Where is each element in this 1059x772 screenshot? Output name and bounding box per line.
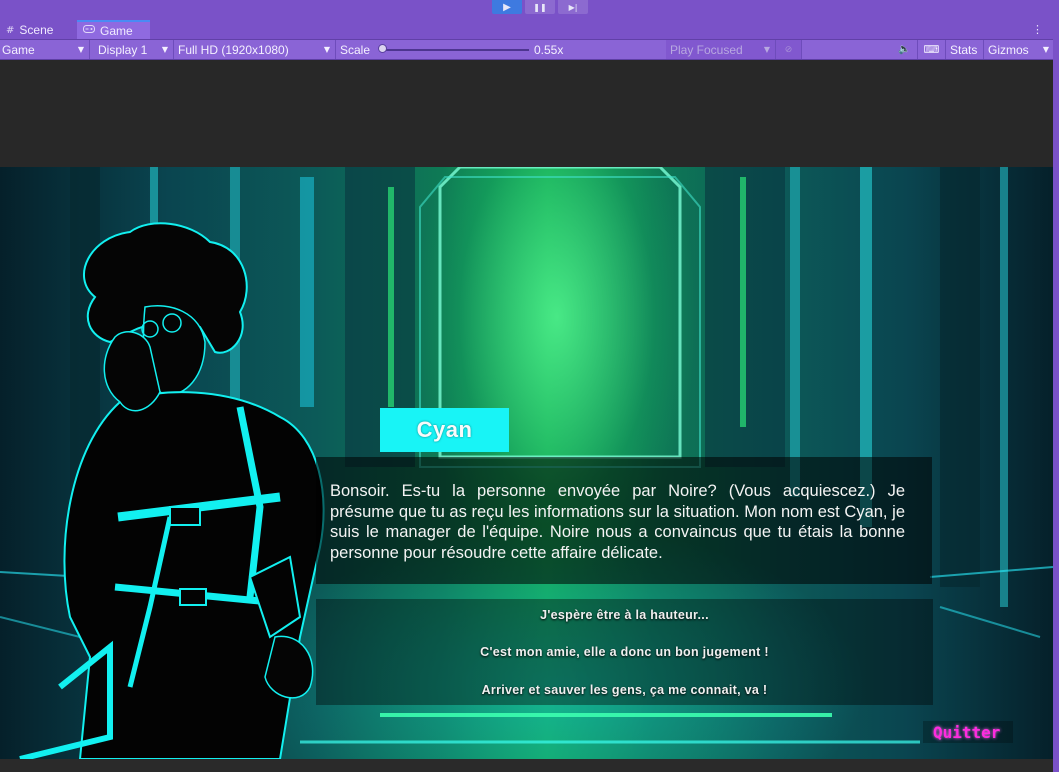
- keyboard-shortcuts-toggle[interactable]: ⌨: [918, 40, 946, 59]
- choice-button-1[interactable]: J'espère être à la hauteur...: [316, 608, 933, 622]
- tab-scene[interactable]: # Scene: [0, 21, 76, 39]
- game-view-bottom-margin: [0, 759, 1053, 772]
- tab-bar: # Scene Game ⋮: [0, 20, 1053, 40]
- play-mode-bar: ▶ ❚❚ ▶|: [0, 0, 1059, 20]
- play-focused-dropdown[interactable]: Play Focused ▼: [666, 40, 776, 59]
- resolution-dropdown[interactable]: Full HD (1920x1080) ▼: [174, 40, 336, 59]
- tab-game-label: Game: [100, 23, 133, 38]
- pause-button[interactable]: ❚❚: [525, 0, 555, 14]
- scale-label: Scale: [340, 42, 371, 57]
- speaker-name: Cyan: [416, 417, 473, 442]
- dialogue-text: Bonsoir. Es-tu la personne envoyée par N…: [330, 482, 905, 562]
- kebab-menu-icon[interactable]: ⋮: [1032, 23, 1043, 36]
- tab-scene-label: Scene: [19, 23, 54, 37]
- game-view-toolbar: Game ▼ Display 1 ▼ Full HD (1920x1080) ▼…: [0, 40, 1053, 60]
- mute-audio-toggle[interactable]: 🔈: [892, 40, 918, 59]
- play-icon: ▶: [503, 1, 511, 13]
- choice-button-3[interactable]: Arriver et sauver les gens, ça me connai…: [316, 683, 933, 697]
- step-icon: ▶|: [568, 2, 578, 12]
- choices-panel: J'espère être à la hauteur... C'est mon …: [316, 599, 933, 705]
- dialogue-box[interactable]: Bonsoir. Es-tu la personne envoyée par N…: [316, 457, 932, 584]
- gizmos-label: Gizmos: [988, 42, 1029, 57]
- gizmos-toggle[interactable]: Gizmos ▼: [984, 40, 1053, 59]
- play-button[interactable]: ▶: [492, 0, 522, 14]
- stats-label: Stats: [950, 42, 978, 57]
- quit-button[interactable]: Quitter: [923, 721, 1013, 743]
- pause-icon: ❚❚: [533, 2, 547, 12]
- chevron-down-icon: ▼: [763, 45, 770, 54]
- chevron-down-icon[interactable]: ▼: [1043, 45, 1049, 54]
- vsync-toggle[interactable]: ⊘: [776, 40, 802, 59]
- display-dropdown[interactable]: Display 1 ▼: [92, 40, 174, 59]
- step-button[interactable]: ▶|: [558, 0, 588, 14]
- scale-slider-track[interactable]: [383, 49, 529, 51]
- disabled-icon: ⊘: [784, 44, 793, 54]
- character-cyan-portrait: [19, 222, 325, 759]
- chevron-down-icon: ▼: [323, 45, 330, 54]
- scale-value: 0.55x: [534, 43, 564, 57]
- speaker-name-box: Cyan: [380, 408, 509, 452]
- play-focused-value: Play Focused: [670, 42, 743, 57]
- quit-label: Quitter: [933, 722, 1001, 742]
- choice-button-2[interactable]: C'est mon amie, elle a donc un bon jugem…: [316, 645, 933, 659]
- chevron-down-icon: ▼: [77, 45, 84, 54]
- game-mode-value: Game: [2, 42, 35, 57]
- chevron-down-icon: ▼: [161, 45, 168, 54]
- scale-control: Scale 0.55x: [336, 40, 666, 59]
- keyboard-icon: ⌨: [923, 43, 940, 56]
- gamepad-icon: [83, 25, 95, 36]
- grid-icon: #: [6, 24, 15, 36]
- game-viewport: Cyan Bonsoir. Es-tu la personne envoyée …: [0, 167, 1053, 759]
- resolution-value: Full HD (1920x1080): [178, 42, 289, 57]
- speaker-icon: 🔈: [898, 44, 911, 55]
- stats-toggle[interactable]: Stats: [946, 40, 984, 59]
- tab-game[interactable]: Game: [77, 20, 150, 39]
- display-value: Display 1: [98, 42, 148, 57]
- editor-scrollbar: [1053, 20, 1059, 772]
- scale-slider-handle[interactable]: [378, 44, 387, 53]
- game-mode-dropdown[interactable]: Game ▼: [0, 40, 90, 59]
